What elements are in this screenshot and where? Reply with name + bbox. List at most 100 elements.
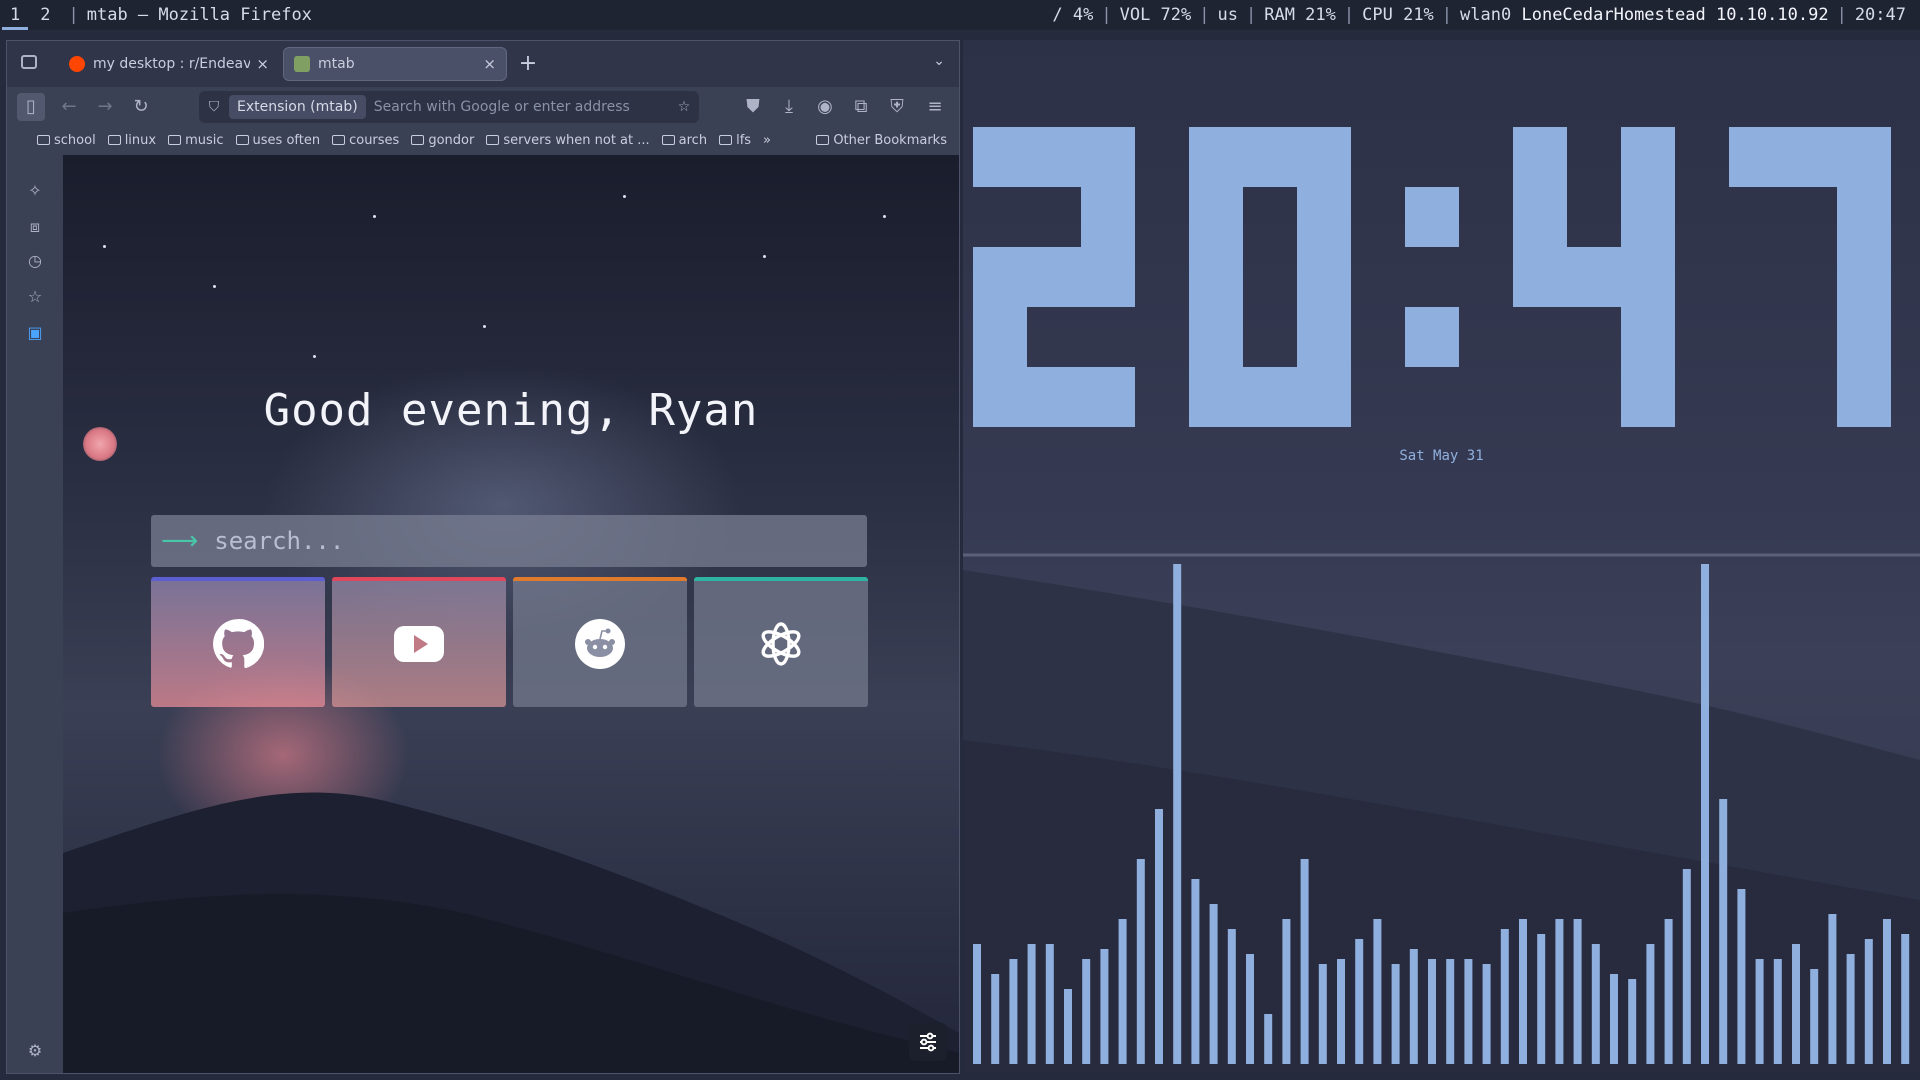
bookmark-star-icon[interactable]: ☆ — [669, 99, 699, 115]
shield-icon[interactable]: ⛉ — [199, 99, 229, 115]
star-dot — [373, 215, 376, 218]
folder-icon — [411, 135, 425, 145]
settings-sliders-button[interactable] — [909, 1023, 947, 1061]
visualizer-bar — [1828, 914, 1837, 1064]
separator: | — [68, 5, 79, 25]
sidebar-toggle-button[interactable]: ▯ — [17, 93, 45, 121]
extensions-icon[interactable]: ⧉ — [847, 93, 875, 121]
visualizer-bar — [1264, 1014, 1273, 1064]
pocket-icon[interactable]: ⛊ — [739, 93, 767, 121]
folder-icon — [661, 135, 675, 145]
bookmarks-star-icon[interactable]: ☆ — [25, 287, 45, 307]
visualizer-bar — [991, 974, 1000, 1064]
arrow-right-icon: ⟶ — [161, 526, 199, 556]
quick-link-openai[interactable] — [694, 577, 868, 707]
visualizer-bar — [1045, 944, 1054, 1064]
visualizer-bar — [1755, 959, 1764, 1064]
extension-identity-chip[interactable]: Extension (mtab) — [229, 95, 366, 119]
extension-sidebar-icon[interactable]: ▣ — [25, 323, 45, 343]
hill-illustration — [63, 792, 959, 1073]
visualizer-bar — [1864, 939, 1873, 1064]
new-tab-button[interactable]: + — [515, 51, 541, 77]
workspace-2[interactable]: 2 — [30, 0, 60, 30]
terminal-window: Sat May 31 — [963, 40, 1920, 1072]
visualizer-bar — [1591, 944, 1600, 1064]
back-arrow-icon[interactable]: ← — [55, 93, 83, 121]
visualizer-bar — [1118, 919, 1127, 1064]
menu-hamburger-icon[interactable]: ≡ — [921, 93, 949, 121]
volume[interactable]: VOL 72% — [1120, 5, 1192, 25]
quick-link-github[interactable] — [151, 577, 325, 707]
separator: | — [1441, 5, 1453, 25]
quick-link-youtube[interactable] — [332, 577, 506, 707]
visualizer-bar — [1555, 919, 1564, 1064]
other-bookmarks-folder[interactable]: Other Bookmarks — [816, 133, 947, 148]
bookmark-folder-lfs[interactable]: lfs — [719, 133, 751, 148]
ai-chatbot-icon[interactable]: ✧ — [25, 181, 45, 201]
bookmark-label: linux — [124, 132, 157, 148]
sliders-icon — [920, 1032, 936, 1052]
folder-icon — [332, 135, 346, 145]
greeting-heading: Good evening, Ryan — [263, 385, 759, 436]
workspace-1[interactable]: 1 — [0, 0, 30, 30]
visualizer-bar — [1136, 859, 1145, 1064]
bookmark-folder-linux[interactable]: linux — [107, 132, 157, 148]
visualizer-bar — [1682, 869, 1691, 1064]
visualizer-bar — [1391, 964, 1400, 1064]
bookmark-folder-courses[interactable]: courses — [332, 133, 399, 148]
tab-title: my desktop : r/Endeavour — [93, 56, 251, 72]
tab-mtab[interactable]: mtab × — [283, 47, 507, 81]
ram-usage: RAM 21% — [1264, 5, 1336, 25]
url-bar[interactable]: ⛉ Extension (mtab) Search with Google or… — [199, 91, 699, 123]
firefox-window: my desktop : r/Endeavour × mtab × + ⌄ ▯ … — [6, 40, 960, 1074]
star-dot — [883, 215, 886, 218]
folder-icon — [235, 135, 249, 145]
url-input[interactable]: Search with Google or enter address — [374, 99, 669, 115]
tab-title: mtab — [318, 56, 355, 72]
bookmark-folder-servers[interactable]: servers when not at ... — [486, 133, 650, 148]
synced-tabs-icon[interactable]: ⧈ — [25, 217, 45, 237]
keyboard-layout: us — [1217, 5, 1238, 25]
quick-link-reddit[interactable] — [513, 577, 687, 707]
bookmarks-overflow-icon[interactable]: » — [763, 133, 771, 148]
visualizer-bar — [1300, 859, 1309, 1064]
bookmark-folder-gondor[interactable]: gondor — [411, 133, 474, 148]
window-title: mtab — Mozilla Firefox — [86, 5, 312, 25]
openai-icon — [761, 622, 801, 666]
download-icon[interactable]: ⤓ — [775, 93, 803, 121]
bookmark-folder-school[interactable]: school — [37, 133, 96, 148]
ublock-icon[interactable]: ⛨ — [883, 93, 911, 121]
reload-icon[interactable]: ↻ — [127, 93, 155, 121]
separator: | — [1245, 5, 1257, 25]
close-tab-icon[interactable]: × — [483, 55, 496, 73]
forward-arrow-icon[interactable]: → — [91, 93, 119, 121]
visualizer-bar — [1227, 929, 1236, 1064]
search-input[interactable] — [212, 526, 867, 556]
star-dot — [623, 195, 626, 198]
tab-manager-icon[interactable] — [21, 55, 37, 69]
visualizer-bar — [1191, 879, 1200, 1064]
separator: | — [1199, 5, 1210, 25]
sidebar-settings-gear-icon[interactable]: ⚙ — [25, 1041, 45, 1061]
visualizer-bar — [1027, 944, 1036, 1064]
status-clock: 20:47 — [1854, 5, 1906, 25]
close-tab-icon[interactable]: × — [256, 55, 269, 73]
visualizer-bar — [1337, 959, 1345, 1064]
tab-list-chevron-icon[interactable]: ⌄ — [933, 53, 945, 69]
nav-bar: ▯ ← → ↻ ⛉ Extension (mtab) Search with G… — [7, 87, 959, 125]
folder-icon — [107, 135, 121, 145]
star-dot — [103, 245, 106, 248]
bookmark-folder-uses-often[interactable]: uses often — [235, 133, 320, 148]
bookmark-label: arch — [678, 132, 708, 148]
visualizer-bar — [1537, 934, 1546, 1064]
bookmark-folder-arch[interactable]: arch — [661, 132, 708, 148]
history-clock-icon[interactable]: ◷ — [25, 251, 45, 271]
bookmark-label: school — [54, 132, 96, 148]
visualizer-bar — [1773, 959, 1782, 1064]
bookmarks-toolbar: school linux music uses often courses go… — [7, 125, 959, 155]
account-icon[interactable]: ◉ — [811, 93, 839, 121]
bookmark-folder-music[interactable]: music — [168, 133, 224, 148]
visualizer-bar — [1737, 889, 1746, 1064]
tab-reddit[interactable]: my desktop : r/Endeavour × — [59, 47, 279, 81]
